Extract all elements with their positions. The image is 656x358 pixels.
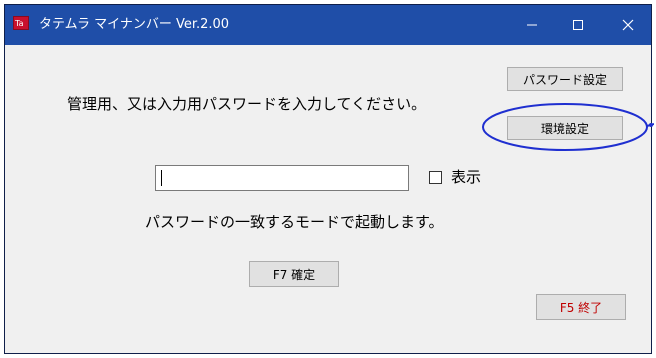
tatemura-logo-icon: Ta [13, 16, 29, 30]
show-password-label[interactable]: 表示 [451, 167, 481, 187]
app-window: Ta タテムラ マイナンバー Ver.2.00 パスワード設定 管理用、又は入力… [4, 4, 652, 354]
password-settings-button[interactable]: パスワード設定 [507, 67, 623, 91]
svg-text:Ta: Ta [14, 19, 24, 28]
title-bar[interactable]: Ta タテムラ マイナンバー Ver.2.00 [5, 5, 651, 45]
text-cursor [161, 170, 162, 186]
show-password-checkbox[interactable] [429, 171, 442, 184]
password-prompt: 管理用、又は入力用パスワードを入力してください。 [67, 95, 427, 113]
minimize-icon [527, 24, 537, 26]
confirm-button[interactable]: F7 確定 [249, 261, 339, 287]
exit-button[interactable]: F5 終了 [536, 294, 626, 320]
window-title: タテムラ マイナンバー Ver.2.00 [39, 17, 230, 32]
password-input[interactable] [155, 165, 409, 191]
maximize-icon [573, 20, 583, 30]
maximize-button[interactable] [555, 5, 601, 45]
minimize-button[interactable] [509, 5, 555, 45]
mode-message: パスワードの一致するモードで起動します。 [145, 213, 444, 231]
close-icon [622, 19, 634, 31]
environment-settings-button[interactable]: 環境設定 [507, 116, 623, 140]
close-button[interactable] [605, 5, 651, 45]
